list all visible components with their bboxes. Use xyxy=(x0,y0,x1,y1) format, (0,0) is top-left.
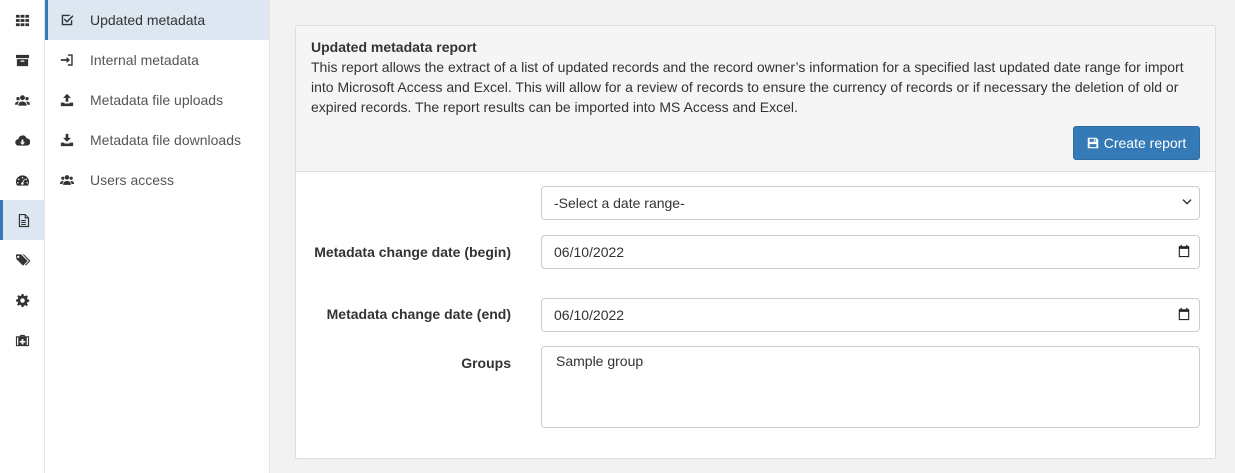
begin-date-input[interactable]: 06/10/2022 xyxy=(541,235,1200,269)
subnav-item-label: Updated metadata xyxy=(90,12,206,28)
nav-archive[interactable] xyxy=(0,40,44,80)
groups-label: Groups xyxy=(461,355,511,371)
cloud-download-icon xyxy=(14,134,30,146)
nav-medkit[interactable] xyxy=(0,320,44,360)
date-range-select[interactable]: -Select a date range- xyxy=(541,186,1200,220)
dashboard-icon xyxy=(15,174,29,186)
save-icon xyxy=(1087,137,1098,149)
nav-dashboard[interactable] xyxy=(0,160,44,200)
begin-date-value: 06/10/2022 xyxy=(554,244,625,260)
medkit-icon xyxy=(15,334,29,346)
end-date-label: Metadata change date (end) xyxy=(326,306,511,322)
report-header: Updated metadata report This report allo… xyxy=(296,26,1215,172)
subnav-item-label: Internal metadata xyxy=(90,52,199,68)
subnav-item-internal-metadata[interactable]: Internal metadata xyxy=(45,40,269,80)
groups-option[interactable]: Sample group xyxy=(556,353,643,369)
gear-icon xyxy=(15,293,29,307)
report-description: This report allows the extract of a list… xyxy=(311,59,1184,115)
subnav-item-label: Metadata file downloads xyxy=(90,132,241,148)
subnav-item-metadata-file-uploads[interactable]: Metadata file uploads xyxy=(45,80,269,120)
grid-icon xyxy=(15,14,29,26)
sign-in-icon xyxy=(60,54,73,66)
subnav-item-updated-metadata[interactable]: Updated metadata xyxy=(45,0,269,40)
nav-tags[interactable] xyxy=(0,240,44,280)
users-icon xyxy=(14,94,30,106)
upload-icon xyxy=(60,93,74,107)
users-icon xyxy=(60,175,74,185)
nav-reports[interactable] xyxy=(0,200,44,240)
calendar-icon[interactable] xyxy=(1177,244,1199,261)
nav-settings[interactable] xyxy=(0,280,44,320)
subnav-item-users-access[interactable]: Users access xyxy=(45,160,269,200)
download-icon xyxy=(60,133,74,147)
tags-icon xyxy=(15,253,30,266)
file-text-icon xyxy=(18,213,30,227)
end-date-value: 06/10/2022 xyxy=(554,307,625,323)
date-range-value: -Select a date range- xyxy=(554,195,685,211)
icon-sidebar xyxy=(0,0,45,473)
groups-multiselect[interactable]: Sample group xyxy=(541,346,1200,428)
calendar-icon[interactable] xyxy=(1177,307,1199,324)
admin-subnav: Updated metadata Internal metadata Metad… xyxy=(45,0,270,473)
nav-grid[interactable] xyxy=(0,0,44,40)
end-date-input[interactable]: 06/10/2022 xyxy=(541,298,1200,332)
subnav-item-label: Metadata file uploads xyxy=(90,92,224,108)
report-title: Updated metadata report xyxy=(311,39,477,55)
report-panel: Updated metadata report This report allo… xyxy=(295,25,1216,459)
chevron-down-icon xyxy=(1181,195,1199,211)
create-report-label: Create report xyxy=(1103,135,1187,151)
nav-users[interactable] xyxy=(0,80,44,120)
archive-icon xyxy=(15,54,29,66)
begin-date-label: Metadata change date (begin) xyxy=(314,244,511,260)
check-square-icon xyxy=(61,14,74,26)
create-report-button[interactable]: Create report xyxy=(1073,126,1200,160)
nav-cloud-download[interactable] xyxy=(0,120,44,160)
subnav-item-metadata-file-downloads[interactable]: Metadata file downloads xyxy=(45,120,269,160)
subnav-item-label: Users access xyxy=(90,172,175,188)
